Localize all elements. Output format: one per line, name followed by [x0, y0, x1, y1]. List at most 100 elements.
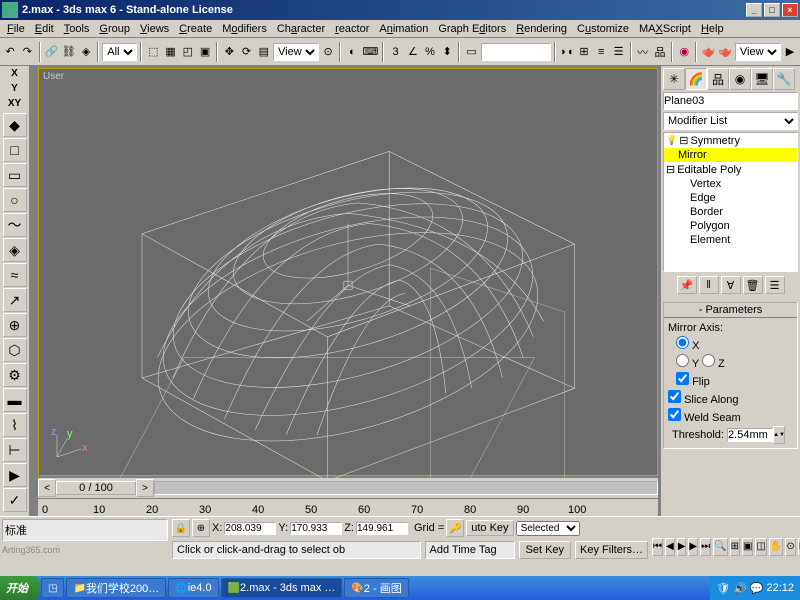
modify-tab[interactable]: 🌈	[685, 68, 707, 90]
reactor-plane-button[interactable]: ▬	[3, 388, 27, 412]
window-crossing-button[interactable]: ▣	[197, 41, 213, 63]
task-item-2[interactable]: 🌐 ie4.0	[168, 578, 218, 598]
keyboard-button[interactable]: ⌨	[362, 41, 380, 63]
reactor-cloth-button[interactable]: ▭	[3, 163, 27, 187]
align-button[interactable]: ≡	[593, 41, 609, 63]
unlink-button[interactable]: ⛓	[61, 41, 77, 63]
curve-editor-button[interactable]: 〰	[635, 41, 651, 63]
tray-clock[interactable]: 22:12	[766, 582, 794, 594]
reactor-dashpot-button[interactable]: ⊢	[3, 438, 27, 462]
render-preset-dropdown[interactable]: View	[735, 43, 781, 61]
undo-button[interactable]: ↶	[2, 41, 18, 63]
stack-edge[interactable]: Edge	[664, 191, 797, 205]
named-selection-input[interactable]	[481, 43, 551, 61]
reactor-fracture-button[interactable]: ⬡	[3, 338, 27, 362]
y-coord-input[interactable]	[290, 522, 342, 535]
lock-selection-button[interactable]: 🔒	[172, 519, 190, 537]
slice-checkbox[interactable]: Slice Along	[668, 390, 793, 406]
create-tab[interactable]: ✳	[663, 68, 685, 90]
reactor-soft-button[interactable]: ○	[3, 188, 27, 212]
named-selection-button[interactable]: ▭	[463, 41, 479, 63]
reactor-analyze-button[interactable]: ✓	[3, 488, 27, 512]
flip-checkbox[interactable]: Flip	[676, 372, 793, 388]
angle-snap-button[interactable]: ∠	[405, 41, 421, 63]
task-item-3[interactable]: 🟩 2.max - 3ds max …	[221, 578, 343, 598]
task-item-4[interactable]: 🎨 2 - 画图	[344, 578, 408, 598]
close-button[interactable]: ×	[782, 3, 798, 17]
array-button[interactable]: ⊞	[576, 41, 592, 63]
axis-y-radio[interactable]: Y	[676, 358, 699, 370]
threshold-input[interactable]	[727, 428, 773, 442]
reactor-wind-button[interactable]: ↗	[3, 288, 27, 312]
reactor-rope-button[interactable]: 〜	[3, 213, 27, 237]
hierarchy-tab[interactable]: 品	[707, 68, 729, 90]
stack-border[interactable]: Border	[664, 205, 797, 219]
reactor-spring-button[interactable]: ⌇	[3, 413, 27, 437]
show-end-result-button[interactable]: ‖	[699, 276, 719, 294]
reactor-toy-button[interactable]: ⊕	[3, 313, 27, 337]
menu-customize[interactable]: Customize	[572, 22, 634, 36]
reactor-create-button[interactable]: ◆	[3, 113, 27, 137]
modifier-stack[interactable]: 💡⊟ Symmetry Mirror ⊟ Editable Poly Verte…	[663, 132, 798, 272]
system-tray[interactable]: 🛡 🔊 💬 22:12	[710, 576, 800, 600]
schematic-button[interactable]: 品	[652, 41, 668, 63]
selection-filter-dropdown[interactable]: All	[102, 43, 137, 61]
set-key-button[interactable]: Set Key	[519, 541, 572, 559]
material-editor-button[interactable]: ◉	[676, 41, 692, 63]
menu-maxscript[interactable]: MAXScript	[634, 22, 696, 36]
rotate-button[interactable]: ⟳	[239, 41, 255, 63]
goto-end-button[interactable]: ⏭	[700, 538, 711, 556]
menu-animation[interactable]: Animation	[374, 22, 433, 36]
menu-group[interactable]: Group	[94, 22, 135, 36]
pivot-button[interactable]: ⊙	[320, 41, 336, 63]
stack-symmetry[interactable]: 💡⊟ Symmetry	[664, 133, 797, 148]
quick-render-button[interactable]: 🫖	[718, 41, 734, 63]
maximize-button[interactable]: □	[764, 3, 780, 17]
tray-icon[interactable]: 🔊	[733, 582, 747, 595]
object-name-input[interactable]	[663, 92, 798, 110]
time-slider-next-button[interactable]: >	[136, 479, 154, 497]
start-button[interactable]: 开始	[0, 576, 40, 600]
pin-stack-button[interactable]: 📌	[677, 276, 697, 294]
auto-key-button[interactable]: uto Key	[466, 520, 513, 536]
scale-button[interactable]: ▤	[256, 41, 272, 63]
percent-snap-button[interactable]: %	[422, 41, 438, 63]
pan-button[interactable]: ✋	[769, 538, 783, 556]
time-tag-button[interactable]: Add Time Tag	[425, 541, 515, 559]
key-filter-dropdown[interactable]: Selected	[516, 521, 580, 536]
menu-file[interactable]: FFileile	[2, 22, 30, 36]
key-filters-button[interactable]: Key Filters…	[575, 541, 648, 559]
rollout-header[interactable]: Parameters	[664, 303, 797, 318]
render-last-button[interactable]: ▶	[782, 41, 798, 63]
axis-z-radio[interactable]: Z	[702, 358, 725, 370]
reactor-preview-button[interactable]: ▶	[3, 463, 27, 487]
zoom-button[interactable]: 🔍	[713, 538, 727, 556]
menu-reactor[interactable]: reactor	[330, 22, 374, 36]
ref-coord-dropdown[interactable]: View	[273, 43, 319, 61]
layers-button[interactable]: ☰	[610, 41, 626, 63]
link-button[interactable]: 🔗	[44, 41, 60, 63]
time-slider-track[interactable]	[154, 481, 658, 495]
play-button[interactable]: ▶	[677, 538, 687, 556]
motion-tab[interactable]: ◉	[729, 68, 751, 90]
reactor-rigid-button[interactable]: □	[3, 138, 27, 162]
time-slider-value[interactable]: 0 / 100	[56, 481, 136, 495]
task-item-1[interactable]: 📁 我们学校200…	[66, 578, 166, 598]
menu-help[interactable]: Help	[696, 22, 729, 36]
zoom-extents-button[interactable]: ▣	[742, 538, 753, 556]
manipulate-button[interactable]: ◐	[344, 41, 360, 63]
time-slider-prev-button[interactable]: <	[38, 479, 56, 497]
mirror-button[interactable]: ◗◖	[559, 41, 575, 63]
prev-frame-button[interactable]: ◀	[665, 538, 675, 556]
snap-button[interactable]: 3	[387, 41, 403, 63]
axis-x-radio[interactable]: X	[676, 336, 793, 352]
stack-mirror[interactable]: Mirror	[664, 148, 797, 162]
stack-vertex[interactable]: Vertex	[664, 177, 797, 191]
menu-edit[interactable]: Edit	[30, 22, 59, 36]
viewport[interactable]: User	[38, 68, 658, 476]
menu-modifiers[interactable]: Modifiers	[217, 22, 272, 36]
display-tab[interactable]: 🖥	[751, 68, 773, 90]
menu-graph-editors[interactable]: Graph Editors	[433, 22, 511, 36]
menu-rendering[interactable]: Rendering	[511, 22, 572, 36]
key-mode-button[interactable]: 🔑	[446, 519, 464, 537]
